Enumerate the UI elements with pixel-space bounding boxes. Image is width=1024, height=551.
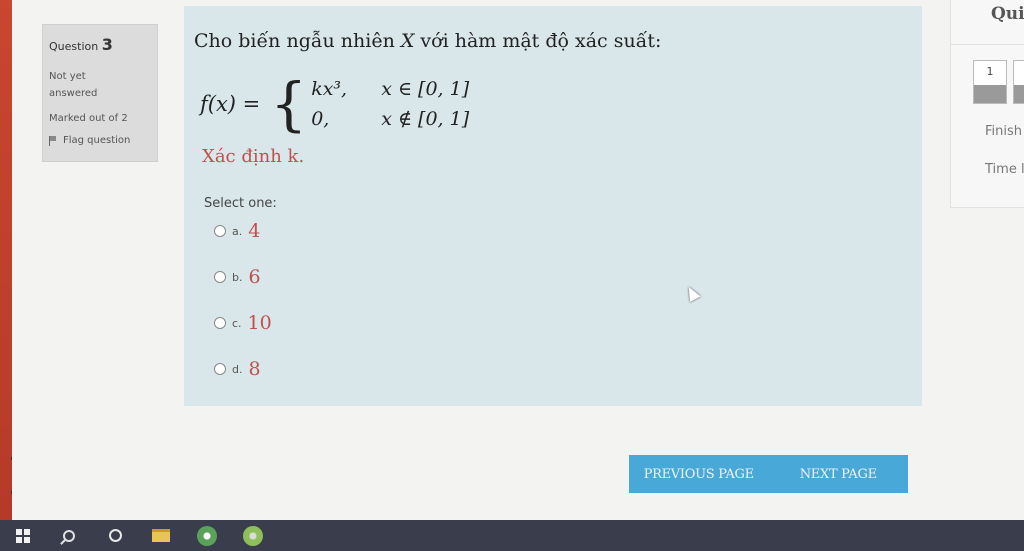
option-a[interactable]: a. 4 — [214, 220, 260, 242]
windows-taskbar — [0, 520, 1024, 551]
quiz-nav-question-2[interactable] — [1013, 60, 1024, 104]
flag-icon — [49, 135, 57, 146]
left-window-edge — [0, 0, 16, 520]
case-2-value: 0, — [311, 108, 330, 130]
time-left-label: Time le — [985, 162, 1024, 177]
cortana-icon — [108, 529, 122, 542]
question-text-variable: X — [400, 30, 415, 52]
question-info-box: Question 3 Not yet answered Marked out o… — [42, 24, 158, 162]
question-content: Cho biến ngẫu nhiên X với hàm mật độ xác… — [184, 6, 922, 406]
quiz-nav-status-bar — [974, 85, 1006, 103]
quiz-nav-question-1[interactable]: 1 — [973, 60, 1007, 104]
option-value: 4 — [248, 220, 261, 242]
question-text: Cho biến ngẫu nhiên X với hàm mật độ xác… — [194, 30, 661, 52]
chrome-button[interactable] — [184, 520, 230, 551]
question-marks: Marked out of 2 — [49, 113, 128, 124]
select-one-prompt: Select one: — [204, 196, 277, 211]
density-formula: f(x) = { kx³, x ∈ [0, 1] 0, x ∉ [0, 1] — [200, 74, 469, 134]
finish-attempt-link[interactable]: Finish a — [985, 124, 1024, 139]
option-value: 6 — [248, 266, 261, 288]
cortana-button[interactable] — [92, 520, 138, 551]
option-value: 10 — [247, 312, 272, 334]
formula-lhs: f(x) = — [200, 92, 261, 116]
file-explorer-button[interactable] — [138, 520, 184, 551]
start-button[interactable] — [0, 520, 46, 551]
question-text-suffix: với hàm mật độ xác suất: — [414, 30, 662, 52]
option-letter: a. — [232, 224, 243, 238]
taskbar-search-button[interactable] — [46, 520, 92, 551]
radio-button[interactable] — [214, 363, 226, 375]
option-d[interactable]: d. 8 — [214, 358, 261, 380]
quiz-nav-status-bar — [1014, 85, 1024, 103]
option-c[interactable]: c. 10 — [214, 312, 272, 334]
radio-button[interactable] — [214, 271, 226, 283]
question-text-prefix: Cho biến ngẫu nhiên — [194, 30, 401, 52]
case-1-value: kx³, — [311, 78, 348, 100]
formula-case-2: 0, x ∉ [0, 1] — [311, 104, 469, 134]
option-value: 8 — [248, 358, 261, 380]
question-status: Not yet answered — [49, 71, 98, 99]
previous-page-button[interactable]: PREVIOUS PAGE — [629, 455, 769, 493]
question-number-value: 3 — [101, 35, 113, 54]
radio-button[interactable] — [214, 225, 226, 237]
option-letter: c. — [232, 316, 242, 330]
formula-brace: { — [270, 70, 308, 138]
option-letter: d. — [232, 362, 243, 376]
question-task: Xác định k. — [202, 146, 305, 167]
windows-start-icon — [16, 528, 30, 543]
search-icon — [63, 529, 75, 542]
formula-cases: kx³, x ∈ [0, 1] 0, x ∉ [0, 1] — [311, 74, 469, 134]
option-b[interactable]: b. 6 — [214, 266, 261, 288]
radio-button[interactable] — [214, 317, 226, 329]
option-letter: b. — [232, 270, 243, 284]
chrome-alt-button[interactable] — [230, 520, 276, 551]
flag-question-link[interactable]: Flag question — [49, 135, 151, 146]
chrome-icon — [197, 525, 217, 546]
quiz-nav-number: 1 — [986, 65, 994, 78]
quiz-nav-title: Quiz — [991, 4, 1024, 24]
flag-question-label: Flag question — [63, 135, 131, 146]
next-page-button[interactable]: NEXT PAGE — [769, 455, 909, 493]
file-explorer-icon — [152, 529, 170, 542]
quiz-page: Question 3 Not yet answered Marked out o… — [12, 0, 1024, 520]
formula-case-1: kx³, x ∈ [0, 1] — [311, 74, 469, 104]
divider — [951, 44, 1024, 45]
quiz-navigation-panel: Quiz 1 Finish a Time le — [950, 0, 1024, 208]
case-2-condition: x ∉ [0, 1] — [381, 108, 470, 130]
question-number: Question 3 — [49, 35, 151, 54]
page-navigation-buttons: PREVIOUS PAGE NEXT PAGE — [629, 455, 908, 493]
question-label: Question — [49, 40, 99, 53]
chrome-alt-icon — [243, 525, 263, 546]
case-1-condition: x ∈ [0, 1] — [381, 78, 470, 100]
